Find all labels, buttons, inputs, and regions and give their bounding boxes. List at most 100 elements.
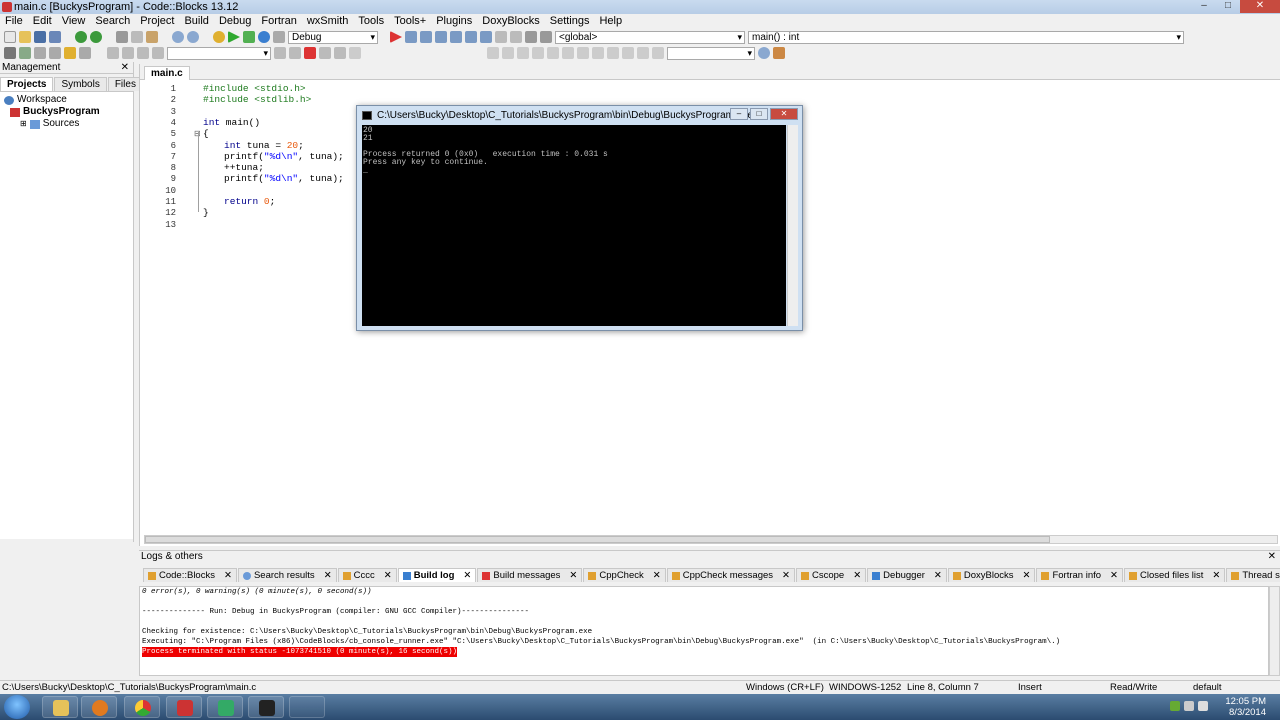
tab-files[interactable]: Files: [107, 77, 143, 91]
maximize-button[interactable]: □: [1216, 0, 1240, 13]
copy-icon[interactable]: [131, 31, 143, 43]
code-line-11[interactable]: return 0;: [224, 196, 275, 207]
menu-plugins[interactable]: Plugins: [431, 14, 477, 28]
next-instruction-icon[interactable]: [465, 31, 477, 43]
scrollbar-thumb[interactable]: [145, 536, 1050, 543]
doxywizard-icon[interactable]: [64, 47, 76, 59]
step-instruction-icon[interactable]: [480, 31, 492, 43]
close-tab-icon[interactable]: ✕: [224, 569, 232, 582]
tab-build-log[interactable]: Build log ✕: [397, 568, 477, 582]
highlight-icon[interactable]: [152, 47, 164, 59]
console-minimize-button[interactable]: –: [730, 108, 748, 120]
close-logs-icon[interactable]: ✕: [1268, 551, 1276, 563]
menu-debug[interactable]: Debug: [214, 14, 256, 28]
code-line-9[interactable]: printf("%d\n", tuna);: [224, 173, 344, 184]
tree-item-project[interactable]: BuckysProgram: [0, 106, 133, 118]
menu-settings[interactable]: Settings: [545, 14, 595, 28]
taskbar-chrome[interactable]: [124, 696, 160, 718]
save-icon[interactable]: [34, 31, 46, 43]
paste-icon[interactable]: [146, 31, 158, 43]
tray-clock[interactable]: 12:05 PM 8/3/2014: [1170, 694, 1280, 720]
menu-project[interactable]: Project: [135, 14, 179, 28]
tab-fortran-info[interactable]: Fortran info ✕: [1036, 568, 1124, 582]
logs-scrollbar[interactable]: [1269, 586, 1280, 676]
zoom-out-icon[interactable]: [622, 47, 634, 59]
bookmark-icon[interactable]: [122, 47, 134, 59]
tools-icon[interactable]: [79, 47, 91, 59]
close-tab-icon[interactable]: ✕: [853, 569, 861, 582]
comment-icon[interactable]: [4, 47, 16, 59]
next-icon[interactable]: [289, 47, 301, 59]
code-line-6[interactable]: int tuna = 20;: [224, 140, 304, 151]
layout8-icon[interactable]: [592, 47, 604, 59]
editor-horizontal-scrollbar[interactable]: [144, 535, 1278, 544]
layout6-icon[interactable]: [562, 47, 574, 59]
close-management-icon[interactable]: ✕: [121, 62, 129, 74]
code-line-12[interactable]: }: [203, 207, 209, 218]
code-line-5[interactable]: {: [203, 128, 209, 139]
replace-icon[interactable]: [187, 31, 199, 43]
toggle-icon[interactable]: [319, 47, 331, 59]
cut-icon[interactable]: [116, 31, 128, 43]
code-line-7[interactable]: printf("%d\n", tuna);: [224, 151, 344, 162]
block-comment-icon[interactable]: [34, 47, 46, 59]
tab-cppcheck[interactable]: CppCheck ✕: [583, 568, 666, 582]
pointer-icon[interactable]: [349, 47, 361, 59]
search-combo[interactable]: [167, 46, 271, 60]
sort-icon[interactable]: [637, 47, 649, 59]
menu-tools-plus[interactable]: Tools+: [389, 14, 431, 28]
redo-icon[interactable]: [90, 31, 102, 43]
taskbar-media-player[interactable]: [81, 696, 117, 718]
refresh-icon[interactable]: [652, 47, 664, 59]
code-line-4[interactable]: int main(): [203, 117, 260, 128]
tab-projects[interactable]: Projects: [0, 77, 54, 91]
scope-select[interactable]: <global>: [555, 30, 745, 44]
console-window[interactable]: C:\Users\Bucky\Desktop\C_Tutorials\Bucky…: [356, 105, 803, 331]
close-tab-icon[interactable]: ✕: [1212, 569, 1220, 582]
debug-info-icon[interactable]: [540, 31, 552, 43]
taskbar-empty[interactable]: [289, 696, 325, 718]
console-close-button[interactable]: ✕: [770, 108, 798, 120]
close-tab-icon[interactable]: ✕: [384, 569, 392, 582]
uncomment-icon[interactable]: [19, 47, 31, 59]
close-tab-icon[interactable]: ✕: [653, 569, 661, 582]
close-tab-icon[interactable]: ✕: [463, 569, 471, 582]
taskbar-codeblocks[interactable]: [166, 696, 202, 718]
open-folder-icon[interactable]: [19, 31, 31, 43]
tab-closed-files-list[interactable]: Closed files list ✕: [1124, 568, 1226, 582]
new-file-icon[interactable]: [4, 31, 16, 43]
menu-tools[interactable]: Tools: [353, 14, 389, 28]
tab-cccc[interactable]: Cccc ✕: [337, 568, 397, 582]
marker-icon[interactable]: [304, 47, 316, 59]
menu-build[interactable]: Build: [179, 14, 213, 28]
menu-search[interactable]: Search: [90, 14, 135, 28]
symbol-search-icon[interactable]: [758, 47, 770, 59]
close-tab-icon[interactable]: ✕: [324, 569, 332, 582]
edit-icon[interactable]: [334, 47, 346, 59]
close-tab-icon[interactable]: ✕: [1023, 569, 1031, 582]
symbol-combo[interactable]: [667, 46, 755, 60]
layout5-icon[interactable]: [547, 47, 559, 59]
close-tab-icon[interactable]: ✕: [569, 569, 577, 582]
tab-cppcheck-messages[interactable]: CppCheck messages ✕: [666, 568, 795, 582]
zoom-in-icon[interactable]: [607, 47, 619, 59]
stop-debug-icon[interactable]: [510, 31, 522, 43]
rebuild-icon[interactable]: [258, 31, 270, 43]
close-button[interactable]: ✕: [1240, 0, 1280, 13]
tab-main-c[interactable]: main.c: [144, 66, 190, 80]
code-line-1[interactable]: #include <stdio.h>: [203, 83, 306, 94]
step-into-icon[interactable]: [435, 31, 447, 43]
menu-help[interactable]: Help: [594, 14, 627, 28]
window-title-bar[interactable]: main.c [BuckysProgram] - Code::Blocks 13…: [0, 0, 1280, 14]
menu-view[interactable]: View: [57, 14, 91, 28]
menu-fortran[interactable]: Fortran: [256, 14, 301, 28]
debug-run-icon[interactable]: [390, 31, 402, 43]
prev-icon[interactable]: [274, 47, 286, 59]
pause-icon[interactable]: [495, 31, 507, 43]
expand-icon[interactable]: ⊞: [20, 118, 27, 130]
console-maximize-button[interactable]: □: [750, 108, 768, 120]
taskbar-explorer[interactable]: [42, 696, 78, 718]
menu-edit[interactable]: Edit: [28, 14, 57, 28]
menu-wxsmith[interactable]: wxSmith: [302, 14, 354, 28]
minimize-button[interactable]: –: [1192, 0, 1216, 13]
